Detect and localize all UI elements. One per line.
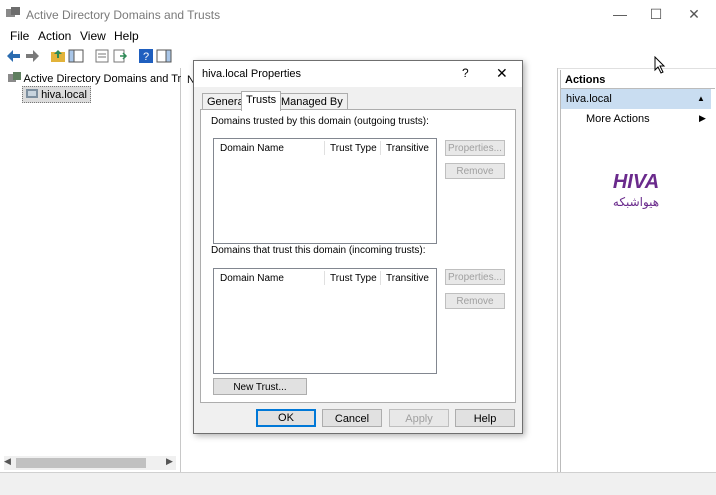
- scroll-right-icon[interactable]: ▶: [166, 456, 173, 467]
- incoming-remove-button[interactable]: Remove: [445, 293, 505, 309]
- close-button[interactable]: ✕: [684, 4, 704, 24]
- properties-icon[interactable]: [94, 48, 110, 64]
- svg-text:هیواشبکه: هیواشبکه: [613, 195, 659, 210]
- more-actions-label: More Actions: [586, 113, 650, 125]
- col-trust-type[interactable]: Trust Type: [330, 143, 377, 154]
- app-icon: [6, 7, 20, 17]
- col-transitive[interactable]: Transitive: [386, 143, 429, 154]
- outgoing-trusts-list[interactable]: Domain Name Trust Type Transitive: [213, 138, 437, 244]
- collapse-icon[interactable]: ▲: [697, 89, 705, 109]
- dialog-close-button[interactable]: ✕: [496, 65, 508, 82]
- scroll-left-icon[interactable]: ◀: [4, 456, 11, 467]
- new-trust-button[interactable]: New Trust...: [213, 378, 307, 395]
- scroll-thumb[interactable]: [16, 458, 146, 468]
- domain-icon: [26, 89, 38, 98]
- incoming-trusts-label: Domains that trust this domain (incoming…: [211, 245, 426, 256]
- minimize-button[interactable]: —: [610, 4, 630, 24]
- submenu-arrow-icon: ▶: [699, 113, 706, 123]
- up-folder-icon[interactable]: [50, 48, 66, 64]
- svg-text:?: ?: [143, 51, 149, 63]
- actions-selected-item[interactable]: hiva.local ▲: [561, 89, 711, 109]
- menu-file[interactable]: File: [10, 29, 29, 43]
- svg-text:HIVA: HIVA: [613, 171, 659, 193]
- export-icon[interactable]: [112, 48, 128, 64]
- incoming-trusts-list[interactable]: Domain Name Trust Type Transitive: [213, 268, 437, 374]
- window-title: Active Directory Domains and Trusts: [26, 8, 221, 22]
- window-title-bar: Active Directory Domains and Trusts: [0, 0, 716, 28]
- col-domain-name[interactable]: Domain Name: [220, 273, 284, 284]
- domains-trusts-icon: [8, 72, 21, 82]
- actions-header: Actions: [561, 72, 715, 89]
- status-bar: [0, 472, 716, 495]
- col-divider[interactable]: [380, 141, 381, 155]
- col-domain-name[interactable]: Domain Name: [220, 143, 284, 154]
- console-tree-pane: [0, 68, 181, 472]
- tree-horizontal-scrollbar[interactable]: ◀ ▶: [4, 456, 176, 470]
- apply-button[interactable]: Apply: [389, 409, 449, 427]
- outgoing-remove-button[interactable]: Remove: [445, 163, 505, 179]
- menu-help[interactable]: Help: [114, 29, 139, 43]
- show-hide-icon[interactable]: [156, 48, 172, 64]
- col-divider[interactable]: [324, 141, 325, 155]
- properties-dialog: hiva.local Properties ? ✕ General Trusts…: [193, 60, 523, 434]
- ok-button[interactable]: OK: [256, 409, 316, 427]
- tree-item-hiva-local[interactable]: hiva.local: [22, 86, 91, 103]
- help-icon[interactable]: ?: [138, 48, 154, 64]
- tree-child-label: hiva.local: [41, 89, 87, 101]
- tab-trusts[interactable]: Trusts: [241, 91, 282, 111]
- actions-selected-label: hiva.local: [566, 93, 612, 105]
- col-transitive[interactable]: Transitive: [386, 273, 429, 284]
- col-divider[interactable]: [324, 271, 325, 285]
- menu-action[interactable]: Action: [38, 29, 71, 43]
- trusts-tab-panel: Domains trusted by this domain (outgoing…: [200, 109, 516, 403]
- tree-root-item[interactable]: Active Directory Domains and Trusts: [8, 72, 201, 85]
- col-divider[interactable]: [380, 271, 381, 285]
- dialog-help-button[interactable]: ?: [462, 66, 469, 80]
- console-tree-icon[interactable]: [68, 48, 84, 64]
- more-actions-item[interactable]: More Actions: [586, 113, 650, 125]
- back-arrow-icon[interactable]: [6, 48, 22, 64]
- forward-arrow-icon[interactable]: [24, 48, 40, 64]
- maximize-button[interactable]: ☐: [646, 4, 666, 24]
- dialog-title-bar: hiva.local Properties ? ✕: [194, 61, 522, 87]
- outgoing-trusts-label: Domains trusted by this domain (outgoing…: [211, 116, 429, 127]
- outgoing-properties-button[interactable]: Properties...: [445, 140, 505, 156]
- tree-root-label: Active Directory Domains and Trusts: [23, 73, 202, 85]
- cancel-button[interactable]: Cancel: [322, 409, 382, 427]
- menu-view[interactable]: View: [80, 29, 106, 43]
- menu-bar: [0, 28, 716, 46]
- help-button[interactable]: Help: [455, 409, 515, 427]
- dialog-title: hiva.local Properties: [202, 68, 302, 80]
- hiva-logo: HIVA هیواشبکه: [613, 171, 659, 210]
- actions-pane: [560, 70, 713, 472]
- mouse-cursor-icon: [654, 56, 666, 74]
- incoming-properties-button[interactable]: Properties...: [445, 269, 505, 285]
- col-trust-type[interactable]: Trust Type: [330, 273, 377, 284]
- tab-managed-by[interactable]: Managed By: [276, 93, 348, 110]
